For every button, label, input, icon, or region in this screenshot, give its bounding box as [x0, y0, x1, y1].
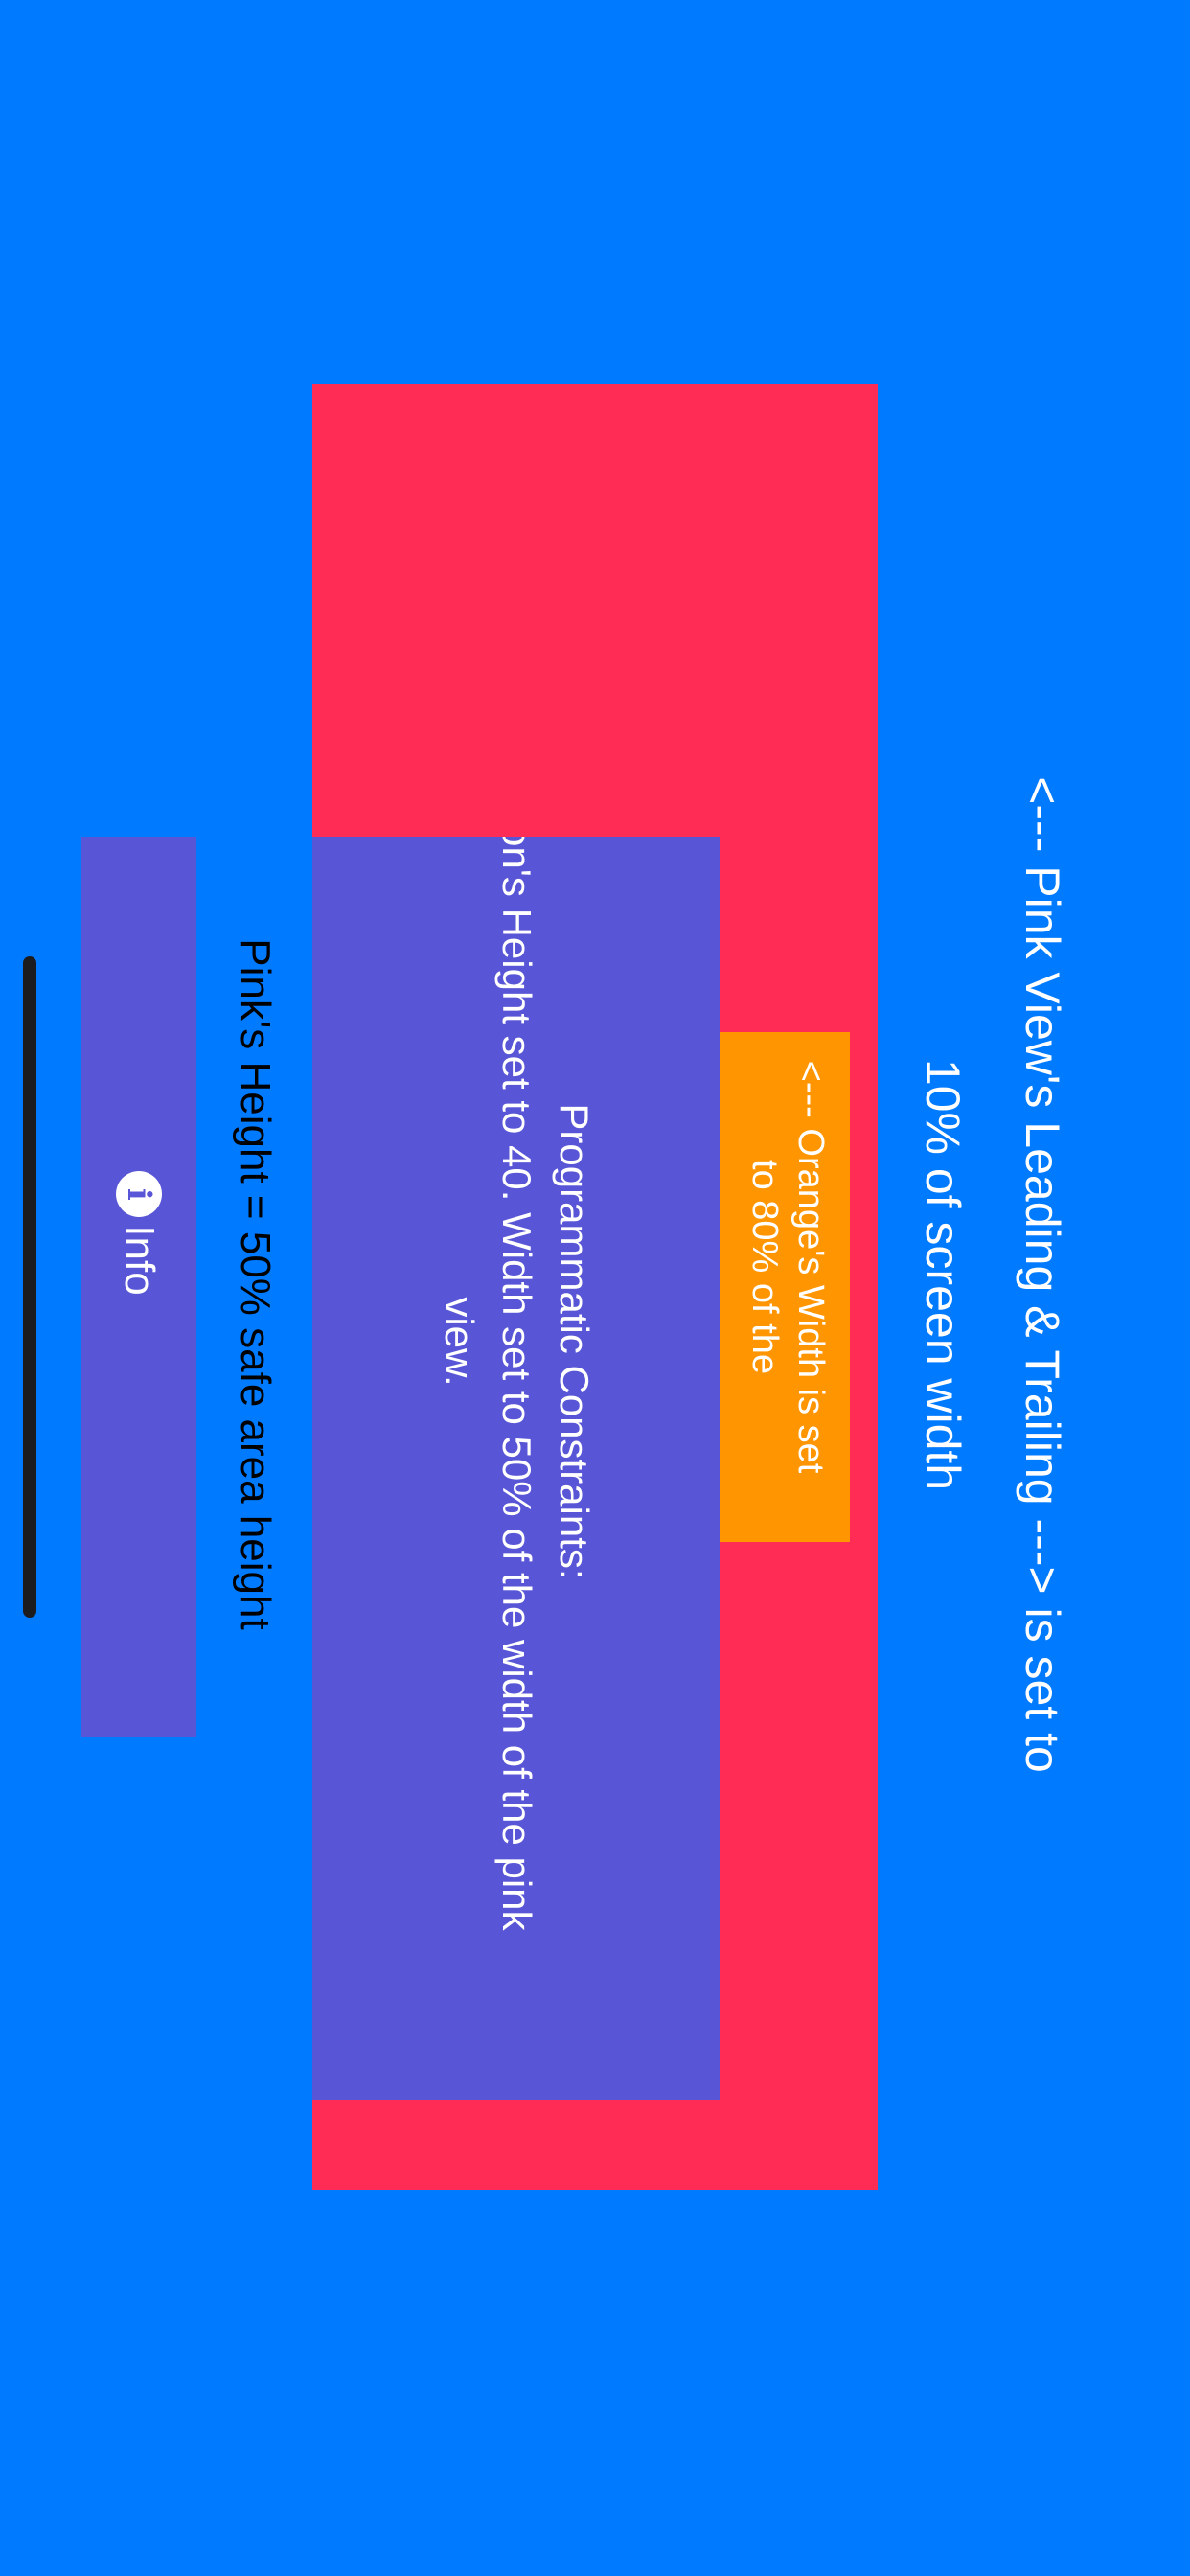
purple-panel-text: Programmatic Constraints: Button's Heigh…	[430, 837, 603, 1945]
orange-view: <--- Orange's Width is set to 80% of the	[720, 1032, 850, 1542]
programmatic-constraints-panel: Programmatic Constraints: Button's Heigh…	[312, 837, 720, 2100]
pink-caption: <--- Pink View's Leading & Trailing --->…	[906, 748, 1079, 1802]
info-button-content[interactable]: i Info	[112, 1042, 166, 1425]
pink-caption-text: <--- Pink View's Leading & Trailing --->…	[916, 776, 1069, 1773]
purple-panel-body: Button's Height set to 40. Width set to …	[436, 837, 539, 1931]
pink-height-label: Pink's Height = 50% safe area height	[217, 862, 293, 1706]
info-icon: i	[116, 1170, 162, 1217]
purple-panel-title: Programmatic Constraints:	[551, 1103, 597, 1580]
info-button[interactable]: i Info	[81, 837, 196, 1737]
info-button-label: Info	[116, 1224, 163, 1296]
screen: <--- Pink View's Leading & Trailing --->…	[0, 0, 1190, 2576]
home-indicator[interactable]	[23, 956, 36, 1618]
orange-caption-text: <--- Orange's Width is set to 80% of the	[744, 1060, 831, 1474]
pink-height-label-text: Pink's Height = 50% safe area height	[232, 938, 279, 1630]
